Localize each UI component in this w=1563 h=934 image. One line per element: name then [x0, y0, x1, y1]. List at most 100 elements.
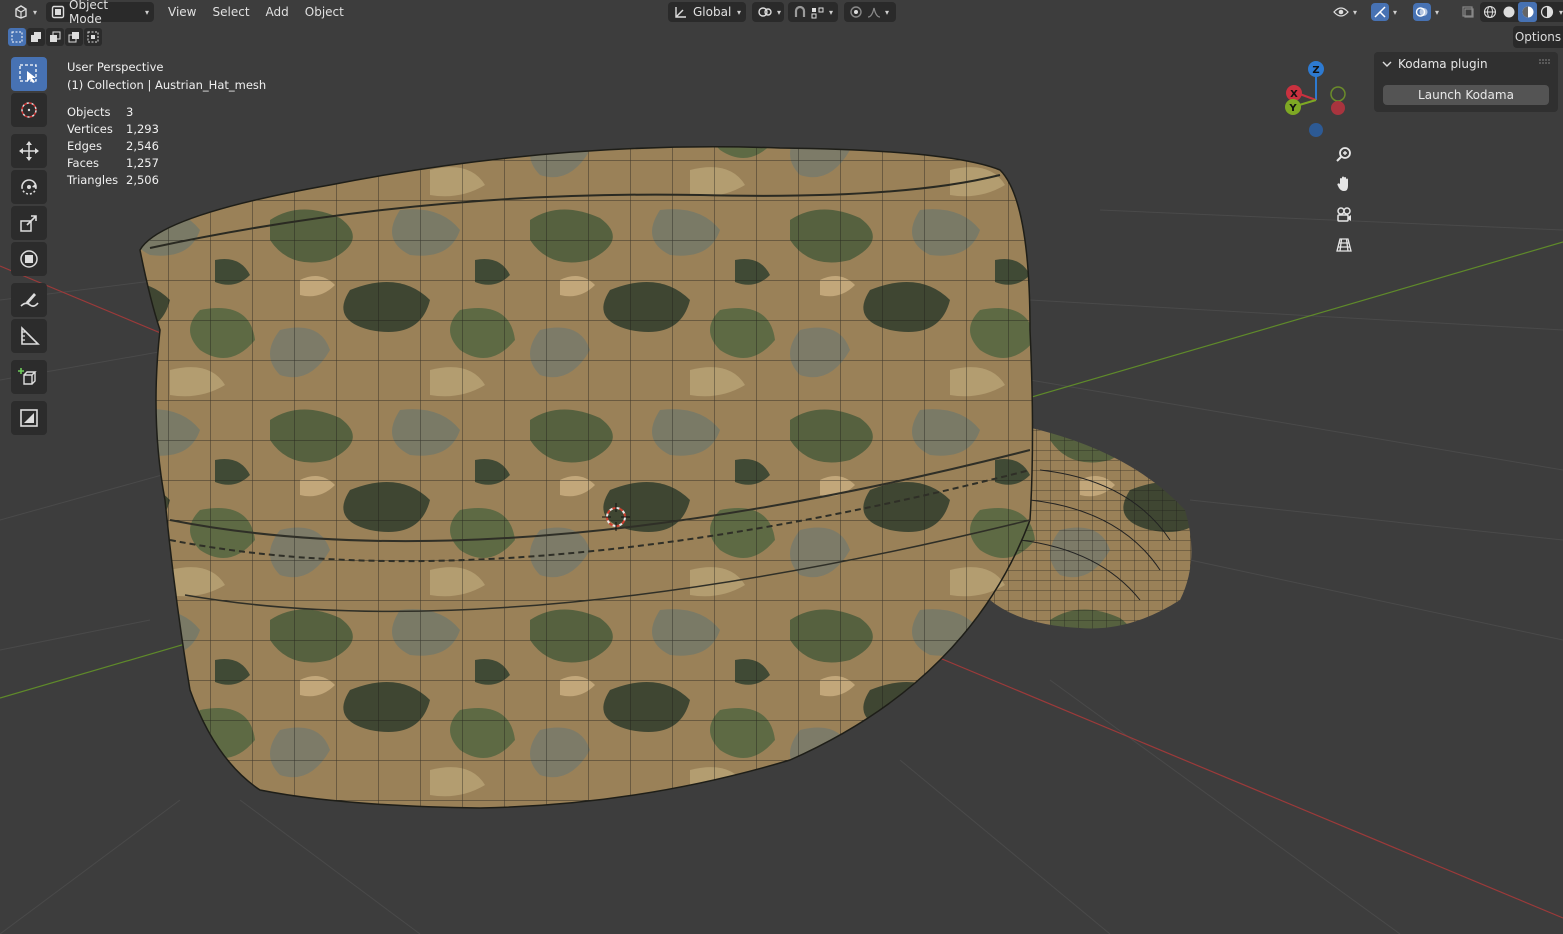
transform-orientation-dropdown[interactable]: Global ▾ [668, 2, 746, 22]
xray-toggle[interactable] [1456, 2, 1476, 22]
select-extend-icon[interactable] [27, 28, 45, 46]
scale-icon [18, 212, 40, 234]
gizmo-neg-x[interactable] [1331, 101, 1345, 115]
proportional-editing-icon[interactable] [849, 5, 863, 19]
shading-modes: ▾ [1480, 2, 1563, 22]
selection-mode-group [8, 28, 102, 46]
solid-shading-icon[interactable] [1499, 5, 1518, 19]
stat-label: Objects [67, 105, 111, 119]
cursor-icon [18, 99, 40, 121]
snap-increment-icon[interactable] [811, 5, 825, 19]
kodama-plugin-panel: Kodama plugin Launch Kodama [1374, 52, 1558, 112]
transform-icon [18, 248, 40, 270]
material-preview-icon[interactable] [1518, 2, 1537, 22]
panel-header[interactable]: Kodama plugin [1374, 52, 1558, 76]
hat-body [139, 146, 1034, 809]
transform-orientation-label: Global [693, 5, 732, 19]
stat-label: Triangles [67, 173, 119, 187]
select-intersect-icon[interactable] [84, 28, 102, 46]
chevron-down-icon[interactable]: ▾ [1556, 8, 1563, 17]
proportional-editing-controls[interactable]: ▾ [844, 2, 896, 22]
zoom-button[interactable] [1331, 141, 1357, 167]
overlay-icon[interactable] [1413, 3, 1431, 21]
rotate-tool[interactable] [11, 170, 47, 204]
select-invert-icon[interactable] [65, 28, 83, 46]
menu-view[interactable]: View [160, 2, 204, 22]
move-tool[interactable] [11, 134, 47, 168]
select-box-icon [18, 63, 40, 85]
camera-view-button[interactable] [1331, 202, 1357, 228]
falloff-curve-icon[interactable] [867, 5, 881, 19]
mode-label: Object Mode [69, 0, 109, 26]
add-cube-icon [18, 366, 40, 388]
pan-button[interactable] [1331, 171, 1357, 197]
stat-row-triangles: Triangles 2,506 [67, 172, 266, 189]
chevron-down-icon: ▾ [736, 7, 741, 17]
navigation-gizmo[interactable]: Z X Y [1280, 58, 1352, 138]
chevron-down-icon: ▾ [33, 7, 38, 17]
gizmo-z-label: Z [1312, 65, 1319, 76]
add-cube-tool[interactable] [11, 360, 47, 394]
perspective-grid-icon [1335, 236, 1353, 254]
perspective-toggle-button[interactable] [1331, 232, 1357, 258]
select-subtract-icon[interactable] [46, 28, 64, 46]
visibility-icon [1333, 6, 1349, 18]
measure-icon [18, 325, 40, 347]
snap-magnet-icon[interactable] [793, 5, 807, 19]
drag-grip-icon[interactable] [1538, 58, 1550, 66]
rotate-icon [18, 176, 40, 198]
mode-dropdown[interactable]: Object Mode ▾ [46, 0, 155, 26]
gizmo-neg-z[interactable] [1309, 123, 1323, 137]
menu-object[interactable]: Object [297, 2, 352, 22]
annotate-tool[interactable] [11, 283, 47, 317]
chevron-down-icon: ▾ [145, 7, 150, 17]
chevron-down-icon: ▾ [829, 7, 834, 17]
chevron-down-icon: ▾ [777, 7, 782, 17]
rendered-shading-icon[interactable] [1537, 5, 1556, 19]
stat-value: 3 [126, 105, 134, 119]
chevron-down-icon: ▾ [1435, 7, 1440, 17]
options-button[interactable]: Options [1513, 26, 1563, 48]
measure-tool[interactable] [11, 319, 47, 353]
snap-controls[interactable]: ▾ [788, 2, 838, 22]
object-mode-icon [51, 5, 65, 19]
transform-orientation-icon [673, 5, 689, 19]
zoom-icon [1335, 145, 1353, 163]
viewport-info-overlay: User Perspective (1) Collection | Austri… [67, 58, 266, 189]
launch-kodama-button[interactable]: Launch Kodama [1383, 85, 1549, 105]
stat-value: 1,293 [126, 122, 159, 136]
gizmo-neg-y[interactable] [1330, 86, 1346, 102]
visibility-dropdown[interactable]: ▾ [1328, 2, 1362, 22]
gizmo-y-label: Y [1288, 103, 1297, 114]
gizmo-icon[interactable] [1371, 3, 1389, 21]
overlay-dropdown[interactable]: ▾ [1408, 2, 1448, 22]
image-tool[interactable] [11, 401, 47, 435]
scale-tool[interactable] [11, 206, 47, 240]
wireframe-shading-icon[interactable] [1480, 5, 1499, 19]
stat-value: 2,546 [126, 139, 159, 153]
chevron-down-icon[interactable] [1382, 59, 1392, 69]
viewport-header: ▾ Object Mode ▾ View Select Add Object G… [0, 0, 1563, 26]
menu-add[interactable]: Add [258, 2, 297, 22]
pivot-point-icon [757, 5, 773, 19]
select-new-icon[interactable] [8, 28, 26, 46]
stat-value: 1,257 [126, 156, 159, 170]
stat-row-faces: Faces 1,257 [67, 155, 266, 172]
viewport-editor-icon [13, 5, 29, 19]
view-name: User Perspective [67, 60, 164, 74]
editor-type-button[interactable]: ▾ [8, 2, 42, 22]
collection-info: (1) Collection | Austrian_Hat_mesh [67, 78, 267, 92]
camera-view-icon [1335, 206, 1353, 224]
cursor-tool[interactable] [11, 93, 47, 127]
stat-label: Edges [67, 139, 102, 153]
pivot-point-dropdown[interactable]: ▾ [752, 2, 784, 22]
stat-label: Vertices [67, 122, 113, 136]
image-tool-icon [18, 407, 40, 429]
menu-select[interactable]: Select [205, 2, 258, 22]
gizmo-dropdown[interactable]: ▾ [1366, 2, 1404, 22]
gizmo-x-label: X [1290, 89, 1298, 100]
annotate-icon [18, 289, 40, 311]
select-box-tool[interactable] [11, 57, 47, 91]
panel-title: Kodama plugin [1398, 57, 1488, 71]
transform-tool[interactable] [11, 242, 47, 276]
